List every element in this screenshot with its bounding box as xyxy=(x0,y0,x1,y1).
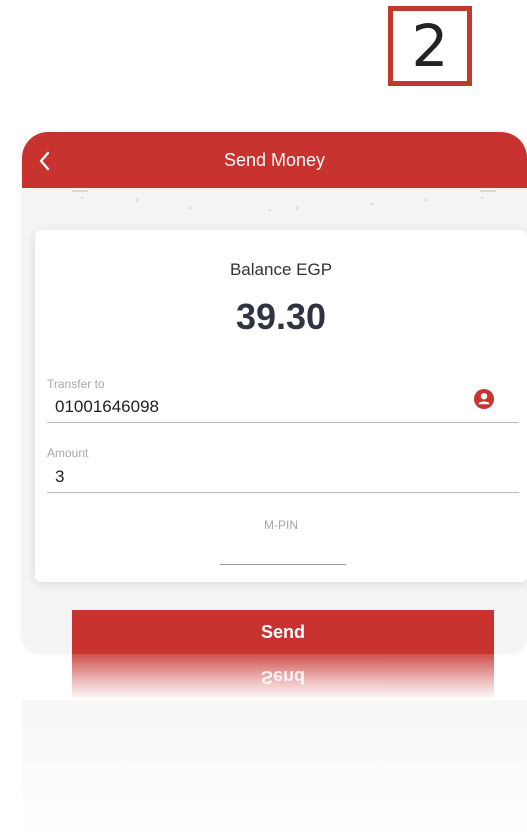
top-app-bar: Send Money xyxy=(22,132,527,188)
amount-input[interactable]: 3 xyxy=(55,467,64,487)
contact-person-icon[interactable] xyxy=(473,388,495,410)
transfer-to-underline xyxy=(47,422,519,423)
balance-label: Balance EGP xyxy=(229,260,333,279)
screen-reflection xyxy=(22,700,527,840)
step-number: 2 xyxy=(411,12,449,80)
transfer-to-label: Transfer to xyxy=(47,377,105,391)
send-button-reflection-label: Send xyxy=(260,667,305,688)
transfer-to-input[interactable]: 01001646098 xyxy=(55,397,159,417)
step-number-badge: 2 xyxy=(388,6,472,86)
balance-amount: 39.30 xyxy=(235,296,327,337)
amount-label: Amount xyxy=(47,446,89,460)
send-button[interactable]: Send xyxy=(72,610,494,654)
amount-underline xyxy=(47,492,519,493)
mpin-label: M-PIN xyxy=(264,518,298,532)
app-screen: Send Money Balance EGP 39.30 Transfer to… xyxy=(22,132,527,652)
page-title: Send Money xyxy=(223,150,326,170)
mpin-input[interactable] xyxy=(220,564,346,565)
send-money-form-card: Balance EGP 39.30 Transfer to 0100164609… xyxy=(35,230,527,582)
send-button-reflection: Send xyxy=(72,654,494,700)
